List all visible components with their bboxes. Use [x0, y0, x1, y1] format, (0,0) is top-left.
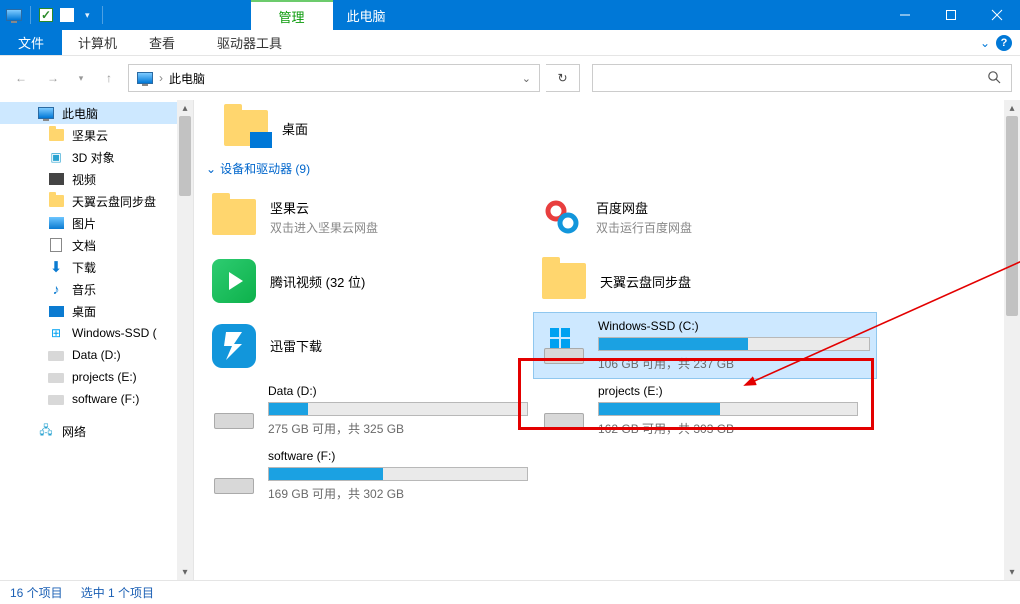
nav-3d-objects[interactable]: ▣3D 对象 [0, 146, 177, 168]
ribbon-expand-icon[interactable]: ⌄ [980, 36, 990, 50]
app-tencent-video[interactable]: 腾讯视频 (32 位) [204, 249, 534, 313]
video-icon [48, 171, 64, 187]
search-box[interactable] [592, 64, 1012, 92]
ribbon: 文件 计算机 查看 驱动器工具 ⌄ ? [0, 30, 1020, 56]
contextual-tab-manage: 管理 [251, 0, 333, 30]
refresh-button[interactable]: ↻ [546, 64, 580, 92]
nav-desktop[interactable]: 桌面 [0, 300, 177, 322]
nav-drive-d[interactable]: Data (D:) [0, 344, 177, 366]
capacity-bar [268, 402, 528, 416]
tab-drive-tools[interactable]: 驱动器工具 [207, 30, 292, 55]
nav-tianyi[interactable]: 天翼云盘同步盘 [0, 190, 177, 212]
app-icon [6, 7, 22, 23]
drive-icon [540, 393, 588, 429]
nav-drive-e[interactable]: projects (E:) [0, 366, 177, 388]
quick-access-toolbar: ✓ ▾ [0, 6, 111, 24]
tencent-video-icon [212, 259, 256, 303]
nav-this-pc[interactable]: 此电脑 [0, 102, 177, 124]
cube-icon: ▣ [48, 149, 64, 165]
nav-network[interactable]: 🖧网络 [0, 420, 177, 442]
sidebar-scrollbar[interactable]: ▴ ▾ [177, 100, 193, 580]
close-button[interactable] [974, 0, 1020, 30]
qat-dropdown-icon[interactable]: ▾ [81, 10, 94, 21]
nav-drive-c[interactable]: ⊞Windows-SSD ( [0, 322, 177, 344]
history-dropdown-icon[interactable]: ▾ [72, 65, 90, 91]
scroll-thumb[interactable] [179, 116, 191, 196]
scroll-up-icon[interactable]: ▴ [1004, 100, 1020, 116]
scroll-thumb[interactable] [1006, 116, 1018, 316]
title-bar: ✓ ▾ 管理 此电脑 [0, 0, 1020, 30]
app-xunlei[interactable]: 迅雷下载 [204, 313, 534, 378]
nav-jianguoyun[interactable]: 坚果云 [0, 124, 177, 146]
app-baidu-netdisk[interactable]: 百度网盘双击运行百度网盘 [534, 185, 864, 249]
drive-c[interactable]: Windows-SSD (C:) 106 GB 可用，共 237 GB [534, 313, 876, 378]
folder-icon [212, 199, 256, 235]
scroll-down-icon[interactable]: ▾ [1004, 564, 1020, 580]
forward-button[interactable]: → [40, 65, 66, 91]
desktop-icon [48, 303, 64, 319]
section-devices-drives[interactable]: ⌄ 设备和驱动器 (9) [204, 152, 1010, 185]
maximize-button[interactable] [928, 0, 974, 30]
nav-pictures[interactable]: 图片 [0, 212, 177, 234]
drive-f[interactable]: software (F:) 169 GB 可用，共 302 GB [204, 443, 534, 508]
network-icon: 🖧 [38, 423, 54, 439]
address-dropdown-icon[interactable]: ⌄ [522, 72, 531, 85]
capacity-bar [268, 467, 528, 481]
collapse-icon: ⌄ [206, 162, 216, 176]
xunlei-icon [212, 324, 256, 368]
drive-e[interactable]: projects (E:) 162 GB 可用，共 303 GB [534, 378, 864, 443]
capacity-bar [598, 337, 870, 351]
app-tianyi-sync[interactable]: 天翼云盘同步盘 [534, 249, 864, 313]
folder-desktop[interactable]: 桌面 [220, 104, 1010, 152]
status-item-count: 16 个项目 [10, 584, 63, 601]
qat-checkbox-icon[interactable]: ✓ [39, 8, 53, 22]
drive-d[interactable]: Data (D:) 275 GB 可用，共 325 GB [204, 378, 534, 443]
scroll-up-icon[interactable]: ▴ [177, 100, 193, 116]
navigation-row: ← → ▾ ↑ › 此电脑 ⌄ ↻ [0, 56, 1020, 100]
picture-icon [48, 215, 64, 231]
folder-icon [224, 110, 268, 146]
back-button[interactable]: ← [8, 65, 34, 91]
drive-icon [210, 393, 258, 429]
search-icon [987, 70, 1001, 87]
capacity-bar [598, 402, 858, 416]
window-title: 此电脑 [333, 6, 386, 25]
scroll-down-icon[interactable]: ▾ [177, 564, 193, 580]
download-icon: ⬇ [48, 259, 64, 275]
windows-drive-icon: ⊞ [48, 325, 64, 341]
tab-computer[interactable]: 计算机 [62, 30, 133, 55]
status-bar: 16 个项目 选中 1 个项目 [0, 580, 1020, 604]
breadcrumb[interactable]: 此电脑 [169, 70, 205, 87]
document-icon [48, 237, 64, 253]
nav-downloads[interactable]: ⬇下载 [0, 256, 177, 278]
qat-folder-icon[interactable] [59, 7, 75, 23]
nav-videos[interactable]: 视频 [0, 168, 177, 190]
file-tab[interactable]: 文件 [0, 30, 62, 55]
drive-icon [210, 458, 258, 494]
app-jianguoyun[interactable]: 坚果云双击进入坚果云网盘 [204, 185, 534, 249]
status-selection: 选中 1 个项目 [81, 584, 154, 601]
folder-label: 桌面 [282, 119, 308, 138]
help-icon[interactable]: ? [996, 35, 1012, 51]
tab-view[interactable]: 查看 [133, 30, 191, 55]
baidu-icon [540, 195, 584, 239]
drive-icon [540, 328, 588, 364]
address-bar[interactable]: › 此电脑 ⌄ [128, 64, 540, 92]
pc-icon [137, 72, 153, 84]
content-scrollbar[interactable]: ▴ ▾ [1004, 100, 1020, 580]
nav-music[interactable]: ♪音乐 [0, 278, 177, 300]
up-button[interactable]: ↑ [96, 65, 122, 91]
nav-documents[interactable]: 文档 [0, 234, 177, 256]
navigation-pane: 此电脑 坚果云 ▣3D 对象 视频 天翼云盘同步盘 图片 文档 ⬇下载 ♪音乐 … [0, 100, 177, 580]
windows-logo-icon [550, 328, 570, 348]
breadcrumb-sep-icon: › [159, 71, 163, 85]
minimize-button[interactable] [882, 0, 928, 30]
content-pane: 桌面 ⌄ 设备和驱动器 (9) 坚果云双击进入坚果云网盘 百度网盘双击运行百度网… [194, 100, 1020, 580]
music-icon: ♪ [48, 281, 64, 297]
nav-drive-f[interactable]: software (F:) [0, 388, 177, 410]
folder-icon [542, 263, 586, 299]
